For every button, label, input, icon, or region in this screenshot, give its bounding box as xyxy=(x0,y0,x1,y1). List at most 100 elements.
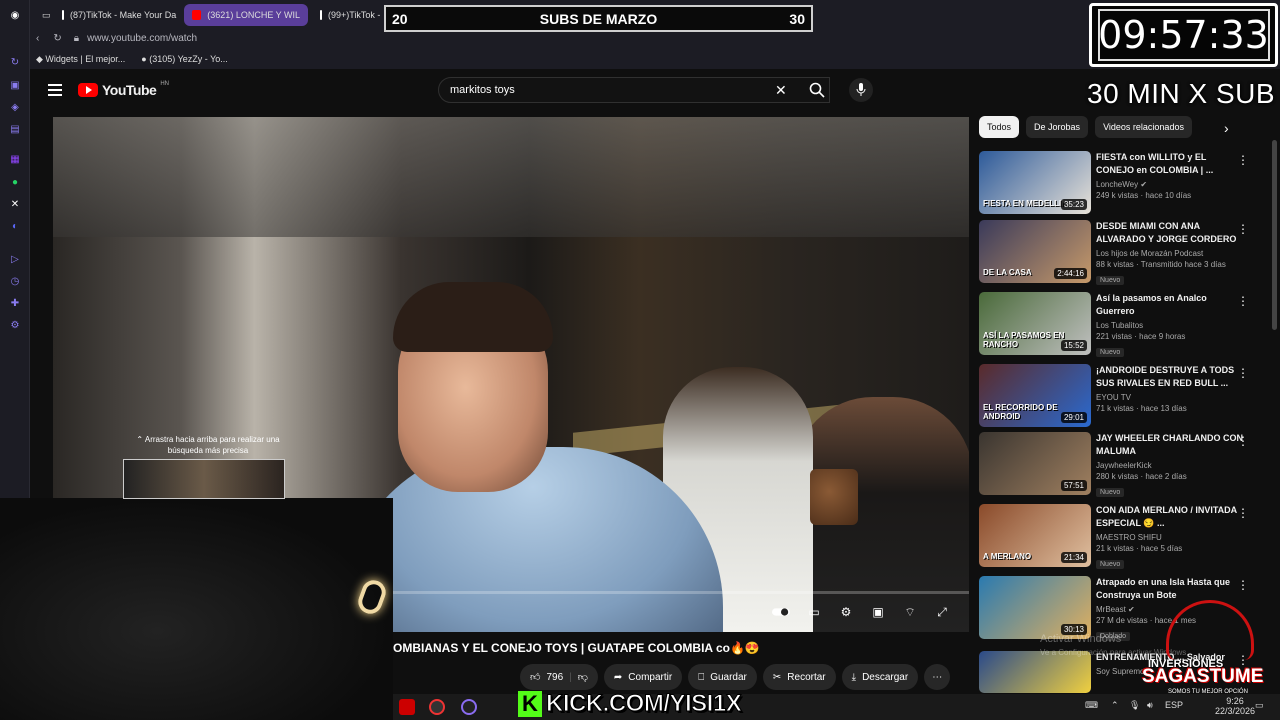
back-icon[interactable]: ‹ xyxy=(36,33,39,44)
menu-icon[interactable] xyxy=(48,84,62,96)
miniplayer-icon[interactable]: ▣ xyxy=(869,605,887,619)
settings-icon[interactable]: ⚙ xyxy=(8,318,22,332)
more-options-icon[interactable]: ⋮ xyxy=(1237,506,1249,520)
bookmark-item[interactable]: ◆ Widgets | El mejor... xyxy=(36,54,125,65)
recommendation-item[interactable]: A MERLANO 21:34 CON AIDA MERLANO / INVITAD… xyxy=(979,504,1269,570)
video-thumbnail[interactable]: 57:51 xyxy=(979,432,1091,495)
channel-label: MrBeast xyxy=(1096,605,1126,614)
more-options-icon[interactable]: ⋮ xyxy=(1237,578,1249,592)
bookmark-item[interactable]: ● (3105) YezZy - Yo... xyxy=(141,54,228,64)
recommendation-item[interactable]: ASÍ LA PASAMOS EN RANCHO 15:52 Así la pasa… xyxy=(979,292,1269,358)
recommendation-item[interactable]: EL RECORRIDO DE ANDROID 29:01 ¡ANDROIDE DE… xyxy=(979,364,1269,430)
thumbnail-caption: A MERLANO xyxy=(983,552,1032,561)
like-button[interactable]: 👍︎ 796 | 👎︎ xyxy=(520,664,598,690)
thumbs-down-icon[interactable]: 👎︎ xyxy=(578,671,588,683)
channel-name[interactable]: Los hijos de Morazán Podcast xyxy=(1096,249,1246,258)
settings-gear-icon[interactable]: ⚙ xyxy=(837,605,855,619)
app-icon[interactable]: ▤ xyxy=(8,122,22,136)
refresh-icon[interactable]: ↻ xyxy=(8,55,22,69)
channel-label: Los hijos de Morazán Podcast xyxy=(1096,249,1204,258)
chip-todos[interactable]: Todos xyxy=(979,116,1020,138)
video-thumbnail[interactable]: DE LA CASA 2:44:16 xyxy=(979,220,1091,283)
recommendation-item[interactable]: 57:51 JAY WHEELER CHARLANDO CON MALUMA Jay… xyxy=(979,432,1269,498)
recommendation-info: Así la pasamos en Analco Guerrero Los Tub… xyxy=(1096,292,1246,359)
tab-tiktok-1[interactable]: (87)TikTok - Make Your Da xyxy=(54,4,184,26)
clip-button[interactable]: ✂ Recortar xyxy=(762,664,836,690)
fullscreen-icon[interactable]: ⤢ xyxy=(933,605,951,619)
recommendation-title[interactable]: ¡ANDROIDE DESTRUYE A TODS SUS RIVALES EN… xyxy=(1096,364,1246,390)
timer-caption: 30 MIN X SUB xyxy=(1087,78,1276,109)
history-icon[interactable]: ◷ xyxy=(8,274,22,288)
microphone-tray-icon[interactable]: 🎙︎ xyxy=(1129,700,1140,711)
new-badge: Nuevo xyxy=(1096,560,1125,569)
subtitles-icon[interactable]: ▭ xyxy=(805,605,823,619)
url-field[interactable]: www.youtube.com/watch xyxy=(87,33,197,44)
search-input[interactable]: markitos toys xyxy=(438,77,830,103)
channel-name[interactable]: MAESTRO SHIFU xyxy=(1096,533,1246,542)
tab-tiktok-2[interactable]: (99+)TikTok - xyxy=(312,4,388,26)
recommendation-title[interactable]: JAY WHEELER CHARLANDO CON MALUMA xyxy=(1096,432,1246,458)
channel-name[interactable]: LoncheWey ✔ xyxy=(1096,180,1246,189)
video-thumbnail[interactable]: 30:13 xyxy=(979,576,1091,639)
webcam-overlay xyxy=(0,498,393,720)
download-label: Descargar xyxy=(862,671,909,683)
video-meta: 88 k vistas · Transmitido hace 3 días xyxy=(1096,260,1226,269)
video-thumbnail[interactable]: A MERLANO 21:34 xyxy=(979,504,1091,567)
play-icon[interactable]: ▷ xyxy=(8,252,22,266)
chip-videos-relacionados[interactable]: Videos relacionados xyxy=(1095,116,1192,138)
recommendation-item[interactable]: DE LA CASA 2:44:16 DESDE MIAMI CON ANA ALV… xyxy=(979,220,1269,286)
autoplay-toggle[interactable] xyxy=(772,605,790,619)
more-options-icon[interactable]: ⋮ xyxy=(1237,434,1249,448)
bag-icon[interactable]: ▣ xyxy=(8,78,22,92)
x-icon[interactable]: ✕ xyxy=(8,197,22,211)
thumbs-up-icon: 👍︎ xyxy=(530,672,541,683)
more-options-icon[interactable]: ⋮ xyxy=(1237,153,1249,167)
obs-icon[interactable] xyxy=(429,699,445,715)
discord-icon[interactable]: ◐ xyxy=(8,219,22,233)
more-options-icon[interactable]: ⋮ xyxy=(1237,222,1249,236)
more-options-icon[interactable]: ⋮ xyxy=(1237,294,1249,308)
search-button[interactable] xyxy=(802,77,832,103)
more-actions-icon[interactable]: ⋯ xyxy=(924,664,951,690)
twitch-icon[interactable]: ▦ xyxy=(8,152,22,166)
cast-icon[interactable]: ⌔ xyxy=(901,605,919,619)
recommendation-title[interactable]: Así la pasamos en Analco Guerrero xyxy=(1096,292,1246,318)
download-button[interactable]: ⤓ Descargar xyxy=(841,664,919,690)
channel-name[interactable]: Los Tubalitos xyxy=(1096,321,1246,330)
bookmark-label: Widgets | El mejor... xyxy=(45,53,126,64)
extensions-icon[interactable]: ✚ xyxy=(8,296,22,310)
browser-taskbar-icon[interactable] xyxy=(461,699,477,715)
whatsapp-icon[interactable]: ● xyxy=(8,175,22,189)
recommendation-item[interactable]: FIESTA EN MEDELLIN 35:23 FIESTA con WILLIT… xyxy=(979,151,1269,217)
channel-label: Los Tubalitos xyxy=(1096,321,1144,330)
channel-name[interactable]: EYOU TV xyxy=(1096,393,1246,402)
chip-de-jorobas[interactable]: De Jorobas xyxy=(1026,116,1089,138)
channel-name[interactable]: JaywheelerKick xyxy=(1096,461,1246,470)
recommendation-title[interactable]: CON AIDA MERLANO / INVITADA ESPECIAL 😏 .… xyxy=(1096,504,1246,530)
video-thumbnail[interactable]: ASÍ LA PASAMOS EN RANCHO 15:52 xyxy=(979,292,1091,355)
subs-goal-banner: 20 SUBS DE MARZO 30 xyxy=(384,5,813,32)
like-count: 796 xyxy=(546,671,564,683)
clear-search-icon[interactable]: ✕ xyxy=(775,82,787,99)
recommendation-title[interactable]: FIESTA con WILLITO y EL CONEJO en COLOMB… xyxy=(1096,151,1246,177)
browser-logo-icon[interactable]: ◉ xyxy=(8,8,22,22)
video-thumbnail[interactable] xyxy=(979,651,1091,693)
save-button[interactable]: ⎕ Guardar xyxy=(688,664,757,690)
recommendation-title[interactable]: Atrapado en una Isla Hasta que Construya… xyxy=(1096,576,1246,602)
voice-search-button[interactable] xyxy=(849,78,873,102)
video-thumbnail[interactable]: FIESTA EN MEDELLIN 35:23 xyxy=(979,151,1091,214)
recommendation-title[interactable]: DESDE MIAMI CON ANA ALVARADO Y JORGE COR… xyxy=(1096,220,1246,246)
messenger-icon[interactable]: ◈ xyxy=(8,100,22,114)
reload-icon[interactable]: ↻ xyxy=(53,33,61,44)
app-taskbar-icon[interactable] xyxy=(399,699,415,715)
mini-preview-thumbnail[interactable] xyxy=(123,459,285,499)
keyboard-icon[interactable]: ⌨ xyxy=(1085,700,1098,711)
chevron-up-icon[interactable]: ⌃ xyxy=(1111,700,1119,711)
tab-youtube[interactable]: (3621) LONCHE Y WIL xyxy=(184,4,308,26)
video-thumbnail[interactable]: EL RECORRIDO DE ANDROID 29:01 xyxy=(979,364,1091,427)
sidebar-scrollbar[interactable] xyxy=(1272,140,1277,330)
share-button[interactable]: ➦ Compartir xyxy=(603,664,683,690)
youtube-logo[interactable]: YouTube HN xyxy=(78,81,169,98)
more-options-icon[interactable]: ⋮ xyxy=(1237,366,1249,380)
chevron-right-icon[interactable]: › xyxy=(1224,120,1229,136)
